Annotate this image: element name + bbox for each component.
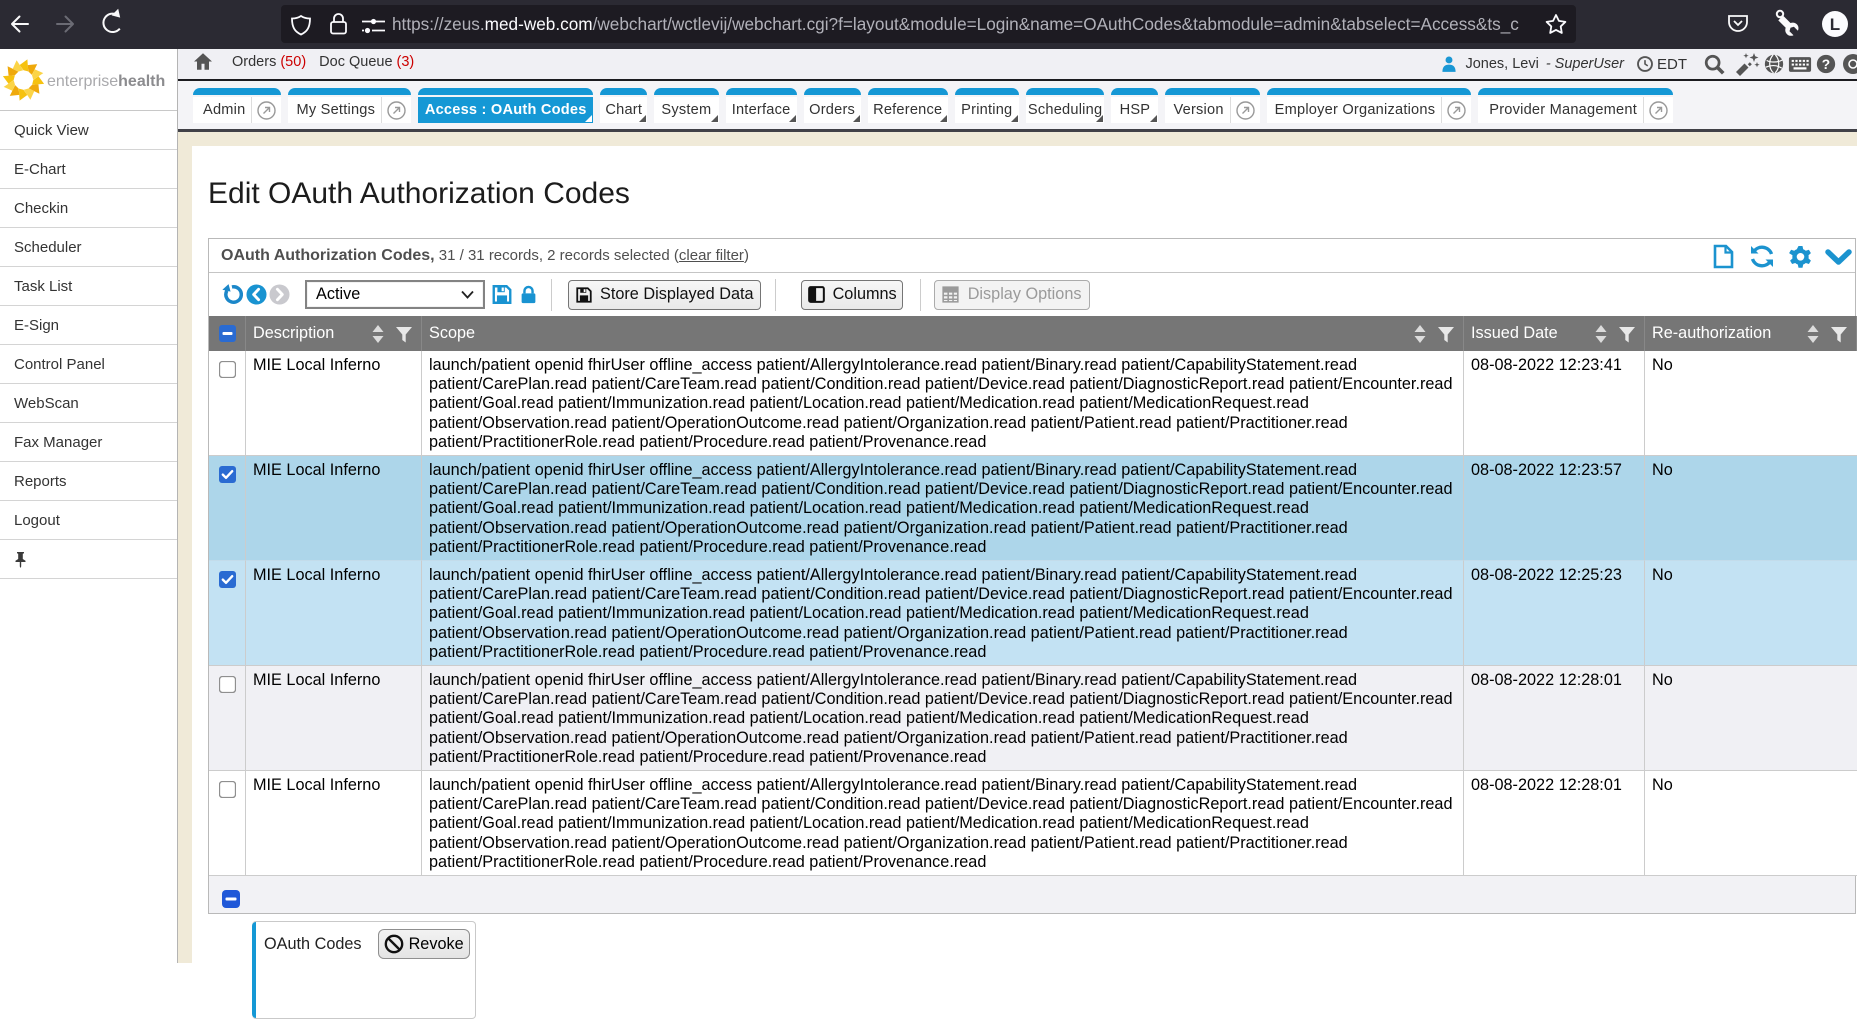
svg-text:enterprisehealth: enterprisehealth	[47, 73, 165, 90]
svg-text:?: ?	[1822, 57, 1830, 72]
svg-text:L: L	[1830, 15, 1840, 34]
